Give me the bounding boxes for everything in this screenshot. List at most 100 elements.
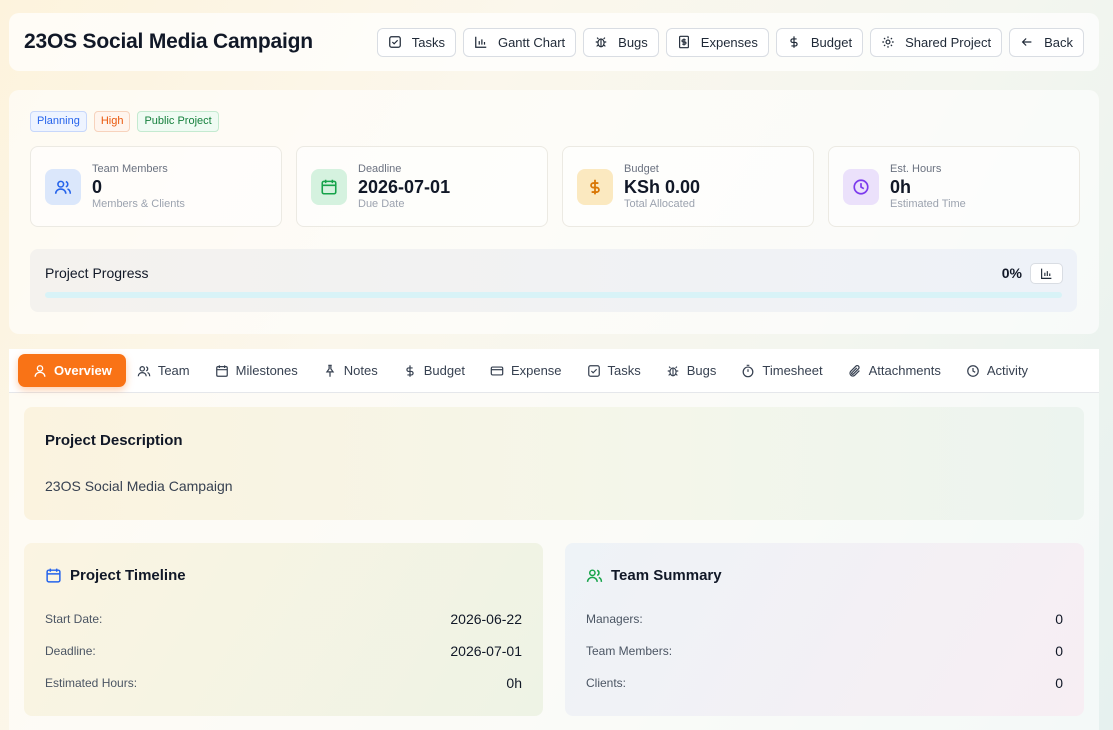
calendar-icon (46, 568, 61, 583)
calendar-icon (311, 168, 347, 205)
credit-card-icon (490, 365, 504, 376)
progress-track (45, 292, 1062, 298)
gantt-chart-button[interactable]: Gantt Chart (462, 27, 577, 57)
tab-label: Timesheet (762, 363, 823, 378)
row-value: 0h (506, 675, 522, 691)
expenses-button[interactable]: Expenses (665, 27, 769, 57)
timeline-row-start: Start Date: 2026-06-22 (45, 611, 522, 627)
tab-team[interactable]: Team (126, 354, 204, 387)
priority-badge: High (93, 111, 131, 132)
tasks-button[interactable]: Tasks (376, 27, 456, 57)
timeline-row-deadline: Deadline: 2026-07-01 (45, 643, 522, 659)
stat-sub: Total Allocated (624, 197, 695, 210)
row-value: 0 (1055, 611, 1063, 627)
gantt-chart-button-label: Gantt Chart (497, 34, 566, 50)
tab-activity[interactable]: Activity (955, 354, 1042, 387)
gear-icon (882, 36, 894, 48)
calendar-icon (215, 364, 228, 377)
row-key: Team Members: (586, 644, 673, 658)
tab-label: Tasks (607, 363, 641, 378)
stat-cards: Team Members 0 Members & Clients Deadlin… (30, 146, 1080, 227)
team-row-members: Team Members: 0 (586, 643, 1063, 659)
clock-icon (843, 168, 879, 205)
tab-label: Budget (423, 363, 465, 378)
tab-label: Team (157, 363, 190, 378)
timeline-row-hours: Estimated Hours: 0h (45, 675, 522, 691)
stat-label: Est. Hours (890, 162, 942, 175)
timeline-title-text: Project Timeline (70, 567, 186, 584)
row-key: Start Date: (45, 612, 103, 626)
project-progress: Project Progress 0% (30, 249, 1077, 312)
status-badge: Planning (30, 111, 87, 132)
dollar-icon (406, 364, 414, 377)
bar-chart-icon (1041, 268, 1052, 279)
row-key: Clients: (586, 676, 627, 690)
stat-value: 0 (92, 176, 103, 197)
row-value: 0 (1055, 643, 1063, 659)
bugs-button-label: Bugs (618, 34, 648, 50)
tab-label: Overview (54, 363, 112, 378)
paperclip-icon (849, 364, 860, 377)
checkbox-icon (587, 364, 600, 377)
page-title: 23OS Social Media Campaign (24, 30, 313, 53)
shared-project-button[interactable]: Shared Project (870, 27, 1003, 57)
back-button-label: Back (1044, 34, 1073, 50)
back-button[interactable]: Back (1009, 27, 1084, 57)
users-icon (586, 569, 603, 582)
project-description-card: Project Description 23OS Social Media Ca… (24, 407, 1084, 520)
user-icon (34, 364, 46, 377)
tab-expense[interactable]: Expense (479, 354, 576, 387)
stat-value: 0h (890, 176, 912, 197)
stat-sub: Members & Clients (92, 197, 185, 210)
description-text: 23OS Social Media Campaign (45, 478, 233, 494)
tab-bar: Overview Team Milestones Notes Budget Ex… (9, 349, 1099, 393)
tab-label: Bugs (686, 363, 717, 378)
tab-milestones[interactable]: Milestones (204, 354, 312, 387)
project-summary-panel: Planning High Public Project Team Member… (9, 90, 1099, 334)
tab-label: Notes (343, 363, 378, 378)
stat-label: Budget (624, 162, 659, 175)
tab-label: Expense (510, 363, 562, 378)
bug-icon (667, 365, 679, 376)
receipt-icon (678, 35, 689, 49)
bugs-button[interactable]: Bugs (583, 27, 659, 57)
arrow-left-icon (1021, 38, 1032, 46)
stat-label: Team Members (92, 162, 168, 175)
budget-button[interactable]: Budget (775, 27, 864, 57)
description-title: Project Description (45, 432, 183, 449)
team-summary-title: Team Summary (586, 567, 722, 584)
project-timeline-card: Project Timeline Start Date: 2026-06-22 … (24, 543, 543, 716)
tab-overview[interactable]: Overview (18, 354, 126, 387)
header-toolbar: Tasks Gantt Chart Bugs Expenses Budget S… (376, 27, 1084, 57)
row-key: Managers: (586, 612, 643, 626)
tab-attachments[interactable]: Attachments (837, 354, 955, 387)
tab-tasks[interactable]: Tasks (576, 354, 655, 387)
pin-icon (325, 364, 335, 377)
progress-chart-button[interactable] (1030, 263, 1063, 284)
timeline-title: Project Timeline (45, 567, 186, 584)
tab-bugs[interactable]: Bugs (655, 354, 731, 387)
stat-label: Deadline (358, 162, 402, 175)
tab-timesheet[interactable]: Timesheet (730, 354, 836, 387)
stat-value: 2026-07-01 (358, 176, 451, 197)
tab-label: Activity (986, 363, 1029, 378)
row-value: 2026-07-01 (450, 643, 522, 659)
team-summary-title-text: Team Summary (611, 567, 722, 584)
visibility-badge: Public Project (137, 111, 219, 132)
tab-label: Milestones (235, 363, 298, 378)
stat-team-members: Team Members 0 Members & Clients (30, 146, 282, 227)
progress-label: Project Progress (45, 265, 149, 281)
checkbox-icon (388, 36, 401, 48)
row-key: Estimated Hours: (45, 676, 138, 690)
row-value: 2026-06-22 (450, 611, 522, 627)
tab-notes[interactable]: Notes (312, 354, 392, 387)
users-icon (137, 365, 151, 376)
row-key: Deadline: (45, 644, 96, 658)
budget-button-label: Budget (810, 34, 853, 50)
page-header: 23OS Social Media Campaign Tasks Gantt C… (9, 13, 1099, 71)
tab-budget[interactable]: Budget (392, 354, 479, 387)
tasks-button-label: Tasks (411, 34, 445, 50)
users-icon (45, 168, 81, 205)
stat-deadline: Deadline 2026-07-01 Due Date (296, 146, 548, 227)
expenses-button-label: Expenses (700, 34, 758, 50)
